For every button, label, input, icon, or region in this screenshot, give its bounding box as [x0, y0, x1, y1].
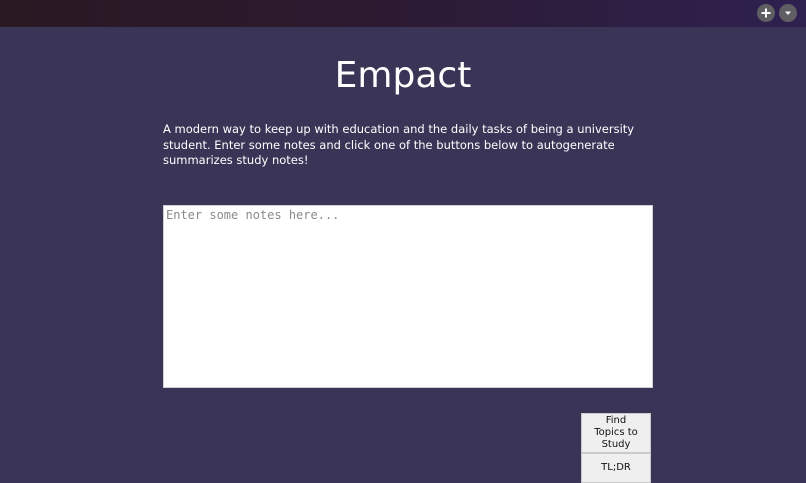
find-topics-button[interactable]: Find Topics to Study	[581, 413, 651, 453]
tldr-label: TL;DR	[601, 462, 631, 473]
chevron-down-icon	[785, 11, 791, 15]
dropdown-button[interactable]	[779, 4, 797, 22]
page-description: A modern way to keep up with education a…	[163, 122, 635, 167]
find-topics-label: Find Topics to Study	[594, 415, 638, 450]
add-button[interactable]	[757, 4, 775, 22]
top-toolbar	[0, 0, 806, 27]
plus-icon	[761, 8, 771, 18]
page-title: Empact	[334, 55, 472, 96]
tldr-button[interactable]: TL;DR	[581, 453, 651, 483]
notes-input[interactable]	[163, 205, 653, 388]
